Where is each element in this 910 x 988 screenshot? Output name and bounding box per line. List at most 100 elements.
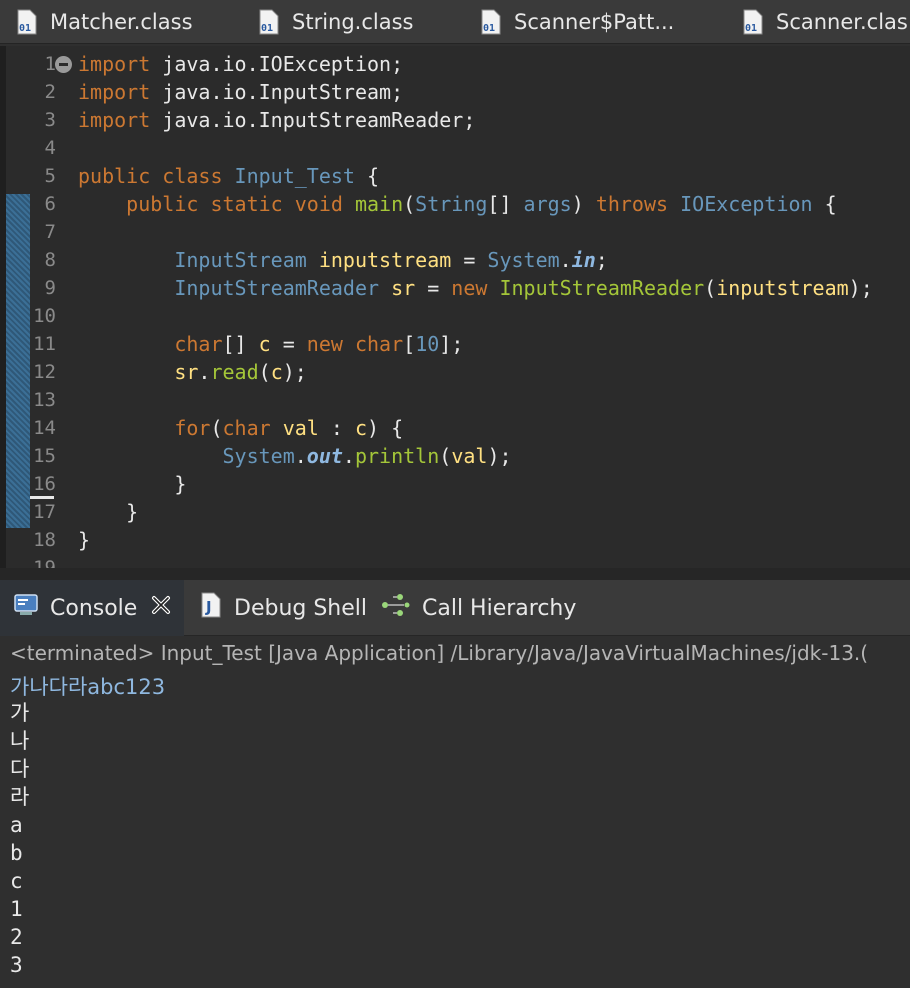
console-input-line: 가나다라abc123 [10,675,166,699]
line-number: 4 [44,137,56,159]
fold-collapse-icon[interactable] [55,56,72,73]
code-token: java.io.IOException; [150,52,404,76]
code-token: char [174,332,223,356]
code-token: inputstream [716,276,849,300]
code-line[interactable]: import java.io.InputStream; [78,78,873,106]
code-line[interactable]: public static void main(String[] args) t… [78,190,873,218]
code-token: sr [174,360,199,384]
tab-label: Debug Shell [234,595,368,621]
tab-console[interactable]: Console [0,580,184,636]
code-token: ); [848,276,873,300]
tab-debug-shell[interactable]: J Debug Shell [200,580,367,636]
tab-label: Call Hierarchy [422,595,577,621]
code-line[interactable]: for(char val : c) { [78,414,873,442]
code-line[interactable]: } [78,526,873,554]
editor-tab-bar: 01 Matcher.class 01 String.class 01 Scan… [0,0,910,44]
tab-call-hierarchy[interactable]: Call Hierarchy [380,580,576,636]
code-line[interactable] [78,554,873,568]
editor-tab-label: Matcher.class [50,10,193,34]
code-line[interactable]: } [78,470,873,498]
console-status-header: <terminated> Input_Test [Java Applicatio… [10,641,869,665]
code-token: String [415,192,488,216]
code-token: throws [595,192,681,216]
line-number: 10 [33,305,56,327]
editor-tab-label: Scanner.clas [776,10,908,34]
console-view[interactable]: <terminated> Input_Test [Java Applicatio… [0,637,910,988]
code-token: ); [282,360,307,384]
code-token: InputStreamReader [499,276,705,300]
close-icon[interactable] [151,595,171,621]
code-text[interactable]: import java.io.IOException; import java.i… [78,50,873,568]
line-number: 2 [44,81,56,103]
editor-tab-scanner-pattern-class[interactable]: 01 Scanner$Patt... [480,0,674,43]
code-token: } [78,472,187,496]
code-token: = [270,332,307,356]
code-line[interactable]: InputStreamReader sr = new InputStreamRe… [78,274,873,302]
code-token: sr [391,276,416,300]
code-token: new [306,332,355,356]
code-token: public class [78,164,235,188]
tab-label: Console [50,595,138,621]
code-token: System [487,248,560,272]
code-token: { [354,164,380,188]
code-token: import [78,80,151,104]
console-output-line: 2 [10,925,23,949]
class-file-icon: 01 [742,9,764,35]
code-token: c [270,360,283,384]
code-token: val [451,444,488,468]
code-token: . [294,444,307,468]
line-number: 6 [44,193,56,215]
panel-divider[interactable] [0,568,910,580]
line-number: 15 [33,445,56,467]
code-editor[interactable]: 1 2 3 4 5 6 7 8 9 10 11 12 13 14 15 16 17 18 19 import jav… [0,46,910,568]
code-line[interactable]: char[] c = new char[10]; [78,330,873,358]
code-line[interactable]: import java.io.InputStreamReader; [78,106,873,134]
code-line[interactable]: InputStream inputstream = System.in; [78,246,873,274]
code-line[interactable] [78,302,873,330]
line-number: 1 [44,53,56,75]
console-output-line: 가 [10,701,30,725]
editor-tab-string-class[interactable]: 01 String.class [258,0,413,43]
code-line[interactable] [78,134,873,162]
console-output-line: 1 [10,897,23,921]
console-output-line: 나 [10,729,30,753]
line-number: 3 [44,109,56,131]
editor-tab-matcher-class[interactable]: 01 Matcher.class [16,0,193,43]
code-token: main [354,192,404,216]
code-line[interactable]: System.out.println(val); [78,442,873,470]
code-token: = [415,276,452,300]
code-line[interactable]: } [78,498,873,526]
line-number-gutter: 1 2 3 4 5 6 7 8 9 10 11 12 13 14 15 16 17 18 19 [30,50,56,568]
code-line[interactable] [78,386,873,414]
console-output-line: 3 [10,953,23,977]
console-output-list: 가나다라abc 1 2 3 [10,699,29,979]
code-token: inputstream [318,248,452,272]
code-token: InputStreamReader [174,276,392,300]
line-number: 8 [44,249,56,271]
svg-text:01: 01 [483,23,495,34]
code-token: ( [439,444,452,468]
code-line[interactable] [78,218,873,246]
code-token: . [198,360,211,384]
code-line[interactable]: public class Input_Test { [78,162,873,190]
code-line[interactable]: sr.read(c); [78,358,873,386]
code-token: for [174,416,211,440]
editor-tab-scanner-class[interactable]: 01 Scanner.clas [742,0,908,43]
code-token: c [258,332,271,356]
change-marker-strip [6,194,30,528]
code-token: ); [487,444,512,468]
code-line[interactable]: import java.io.IOException; [78,50,873,78]
class-file-icon: 01 [16,9,38,35]
call-hierarchy-icon [380,592,410,624]
code-token: public static void [126,192,355,216]
line-number: 19 [33,557,56,568]
line-number: 7 [44,221,56,243]
console-output-line: a [10,813,23,837]
code-token: ) { [367,416,404,440]
